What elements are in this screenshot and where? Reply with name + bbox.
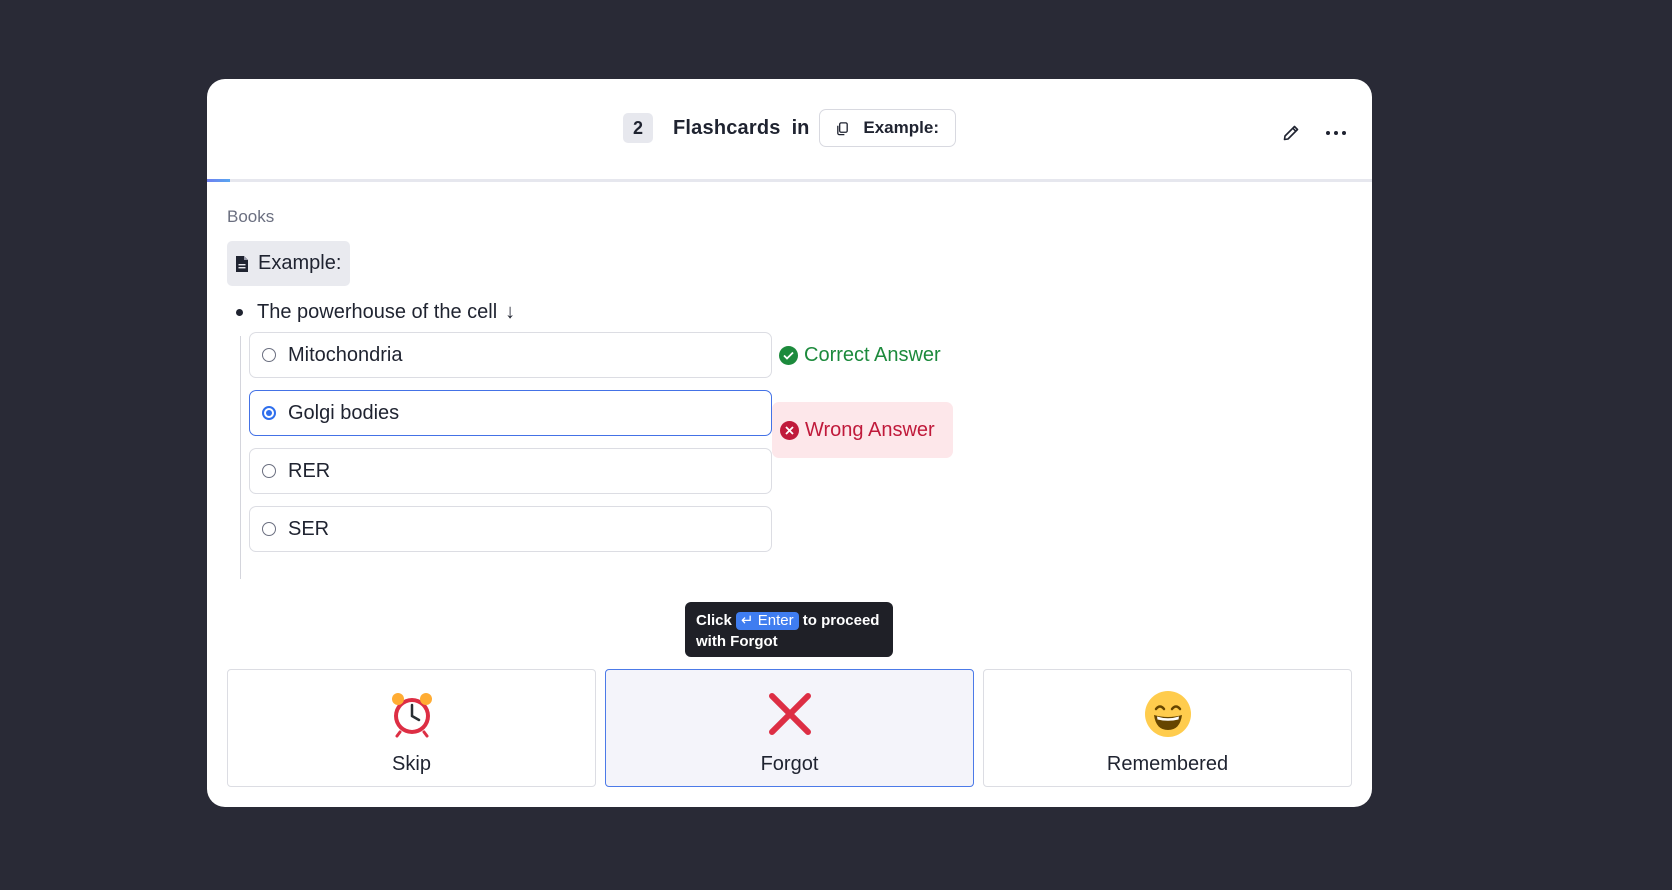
option-label: RER: [288, 459, 331, 482]
deck-name: Example:: [863, 118, 939, 137]
option-label: Golgi bodies: [288, 401, 400, 424]
keyboard-hint-tooltip: Click ↵ Enter to proceed with Forgot: [685, 602, 893, 657]
skip-label: Skip: [392, 753, 431, 775]
correct-answer-badge: Correct Answer: [779, 344, 941, 367]
edit-button[interactable]: [1278, 120, 1304, 146]
radio-icon: [262, 348, 276, 362]
alarm-clock-icon: [387, 689, 437, 739]
header-in-word: in: [791, 116, 810, 139]
remembered-button[interactable]: Remembered: [983, 669, 1352, 787]
forgot-button[interactable]: Forgot: [605, 669, 974, 787]
radio-selected-icon: [262, 406, 276, 420]
question: The powerhouse of the cell ↓: [236, 301, 515, 324]
arrow-down-icon: ↓: [505, 301, 516, 323]
more-horizontal-icon: [1326, 131, 1346, 135]
modal-header: 2 Flashcards in Example:: [207, 79, 1372, 179]
grinning-face-icon: [1143, 689, 1193, 739]
option-ser[interactable]: SER: [249, 506, 772, 552]
bullet-icon: [236, 309, 243, 316]
question-text: The powerhouse of the cell: [257, 301, 498, 323]
deck-selector[interactable]: Example:: [819, 109, 956, 147]
wrong-answer-label: Wrong Answer: [805, 418, 935, 441]
option-label: Mitochondria: [288, 343, 403, 366]
tooltip-with: with Forgot: [696, 633, 778, 650]
card-count-badge: 2: [623, 113, 653, 143]
page-link[interactable]: Example:: [227, 241, 351, 286]
skip-button[interactable]: Skip: [227, 669, 596, 787]
option-golgi-bodies[interactable]: Golgi bodies: [249, 390, 772, 436]
radio-icon: [262, 522, 276, 536]
check-circle-icon: [779, 346, 798, 365]
document-icon: [236, 255, 248, 272]
x-circle-icon: [780, 420, 799, 440]
cross-mark-icon: [765, 689, 815, 739]
forgot-label: Forgot: [760, 753, 819, 775]
option-rer[interactable]: RER: [249, 448, 772, 494]
cards-stack-icon: [837, 121, 849, 135]
radio-icon: [262, 464, 276, 478]
wrong-answer-badge: Wrong Answer: [772, 402, 953, 458]
page-name: Example:: [258, 252, 342, 274]
card-content: Books Example: The powerhouse of the cel…: [227, 207, 953, 579]
option-mitochondria[interactable]: Mitochondria: [249, 332, 772, 378]
option-label: SER: [288, 517, 330, 540]
enter-key-badge: ↵ Enter: [736, 612, 799, 630]
header-title: Flashcards: [673, 116, 781, 139]
remembered-label: Remembered: [1106, 753, 1229, 775]
tooltip-proceed: to proceed: [802, 612, 880, 629]
tooltip-click: Click: [696, 612, 732, 629]
flashcard-modal: 2 Flashcards in Example: Books Example: …: [207, 79, 1372, 807]
progress-fill: [207, 179, 231, 182]
thread-line: [240, 336, 241, 579]
more-options-button[interactable]: [1323, 120, 1349, 146]
progress-bar: [207, 179, 1372, 182]
breadcrumb: Books: [227, 207, 275, 226]
correct-answer-label: Correct Answer: [804, 344, 941, 366]
pencil-icon: [1283, 125, 1299, 141]
header-title-group: 2 Flashcards in Example:: [207, 108, 1372, 148]
